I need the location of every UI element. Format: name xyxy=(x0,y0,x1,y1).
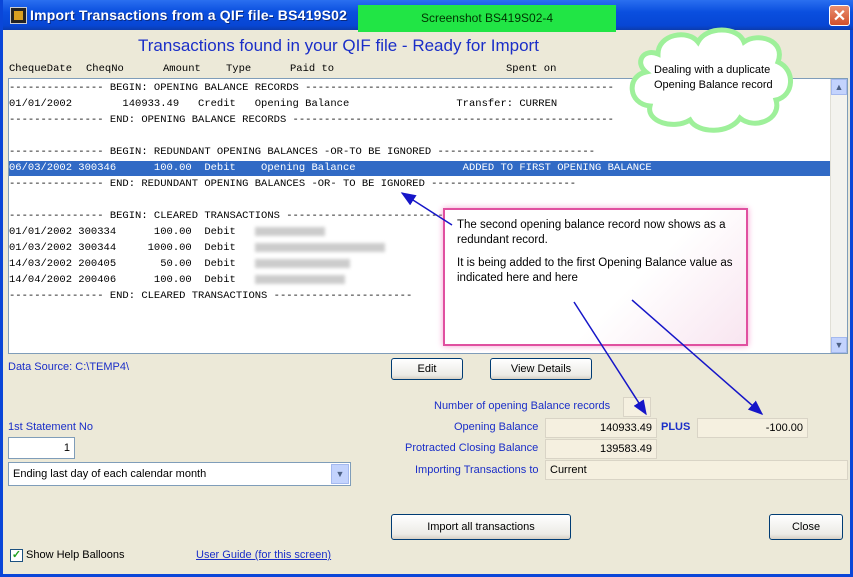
window-title: Import Transactions from a QIF file- BS4… xyxy=(30,7,348,23)
plus-label: PLUS xyxy=(661,421,691,433)
window-close-button[interactable]: ✕ xyxy=(829,5,850,26)
col-type: Type xyxy=(226,63,252,75)
opening-balance-label: Opening Balance xyxy=(454,421,539,433)
screenshot-badge: Screenshot BS419S02-4 xyxy=(358,5,616,32)
callout-line-2: It is being added to the first Opening B… xyxy=(457,257,733,284)
list-item[interactable]: --------------- BEGIN: CLEARED TRANSACTI… xyxy=(9,209,444,224)
import-all-button[interactable]: Import all transactions xyxy=(391,514,571,540)
row-text: 14/03/2002 200405 50.00 Debit xyxy=(9,258,236,270)
list-item[interactable]: 14/04/2002 200406 100.00 Debit xyxy=(9,273,345,288)
row-text: 14/04/2002 200406 100.00 Debit xyxy=(9,274,236,286)
list-item[interactable]: 01/01/2002 300334 100.00 Debit xyxy=(9,225,325,240)
col-cheque-no: CheqNo xyxy=(86,63,124,75)
app-icon xyxy=(10,7,27,24)
redacted-text xyxy=(254,274,345,284)
list-item[interactable]: 01/01/2002 140933.49 Credit Opening Bala… xyxy=(9,97,557,112)
data-source-label: Data Source: C:\TEMP4\ xyxy=(8,361,130,373)
view-details-button[interactable]: View Details xyxy=(490,358,592,380)
first-statement-input[interactable]: 1 xyxy=(8,437,75,459)
importing-to-label: Importing Transactions to xyxy=(415,464,539,476)
protracted-closing-label: Protracted Closing Balance xyxy=(405,442,539,454)
first-statement-label: 1st Statement No xyxy=(8,421,93,433)
list-item[interactable]: --------------- END: OPENING BALANCE REC… xyxy=(9,113,614,128)
scroll-up-icon[interactable]: ▲ xyxy=(831,79,847,95)
explanation-callout: The second opening balance record now sh… xyxy=(443,208,748,346)
list-item-selected[interactable]: 06/03/2002 300346 100.00 Debit Opening B… xyxy=(9,161,830,176)
num-opening-field: 1 xyxy=(623,397,651,417)
cloud-note: Dealing with a duplicate Opening Balance… xyxy=(654,64,773,91)
opening-balance-field: 140933.49 xyxy=(545,418,657,438)
col-paid-to: Paid to xyxy=(290,63,335,75)
statement-period-select[interactable]: Ending last day of each calendar month ▼ xyxy=(8,462,351,486)
redacted-text xyxy=(254,226,325,236)
list-scrollbar[interactable]: ▲ ▼ xyxy=(830,79,847,353)
user-guide-link[interactable]: User Guide (for this screen) xyxy=(196,549,331,561)
importing-to-field: Current xyxy=(545,460,848,480)
callout-line-1: The second opening balance record now sh… xyxy=(457,219,726,246)
row-text: 01/03/2002 300344 1000.00 Debit xyxy=(9,242,236,254)
row-text: 01/01/2002 300334 100.00 Debit xyxy=(9,226,236,238)
edit-button[interactable]: Edit xyxy=(391,358,463,380)
list-item[interactable]: --------------- BEGIN: REDUNDANT OPENING… xyxy=(9,145,595,160)
statement-period-value: Ending last day of each calendar month xyxy=(13,468,207,480)
plus-value-field: -100.00 xyxy=(697,418,808,438)
num-opening-label: Number of opening Balance records xyxy=(434,400,611,412)
list-item[interactable]: 14/03/2002 200405 50.00 Debit xyxy=(9,257,350,272)
redacted-text xyxy=(254,242,385,252)
scroll-down-icon[interactable]: ▼ xyxy=(831,337,847,353)
col-spent-on: Spent on xyxy=(506,63,557,75)
close-button[interactable]: Close xyxy=(769,514,843,540)
list-item[interactable]: --------------- BEGIN: OPENING BALANCE R… xyxy=(9,81,614,96)
col-amount: Amount xyxy=(163,63,201,75)
show-help-label: Show Help Balloons xyxy=(26,549,125,561)
protracted-closing-field: 139583.49 xyxy=(545,439,657,459)
chevron-down-icon[interactable]: ▼ xyxy=(331,464,349,484)
list-item[interactable]: --------------- END: CLEARED TRANSACTION… xyxy=(9,289,412,304)
list-item[interactable]: 01/03/2002 300344 1000.00 Debit xyxy=(9,241,385,256)
col-cheque-date: ChequeDate xyxy=(9,63,73,75)
page-heading: Transactions found in your QIF file - Re… xyxy=(138,36,539,55)
show-help-checkbox[interactable]: ✓ xyxy=(10,549,23,562)
list-item[interactable]: --------------- END: REDUNDANT OPENING B… xyxy=(9,177,576,192)
redacted-text xyxy=(254,258,350,268)
